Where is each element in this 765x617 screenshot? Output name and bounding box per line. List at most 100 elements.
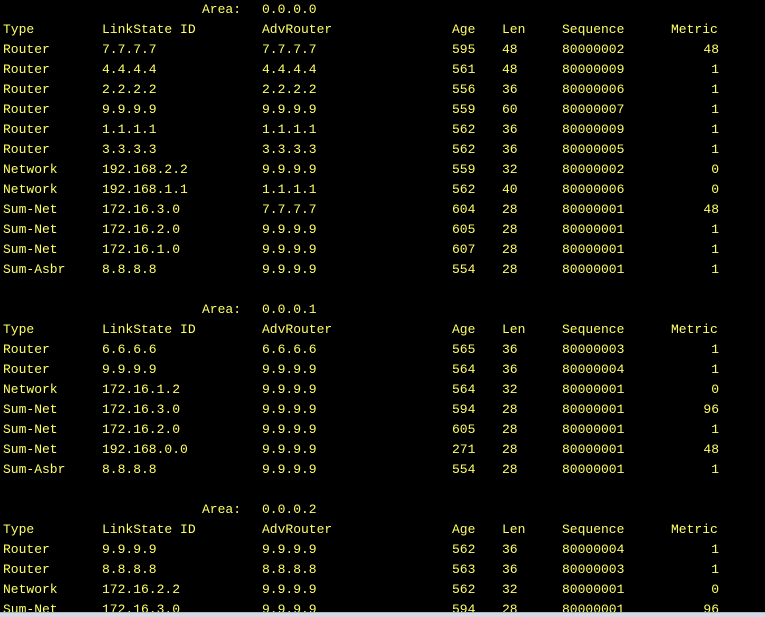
age: 559 [452,102,476,117]
len: 36 [502,562,518,577]
lsa-type: Sum-Net [3,602,58,612]
metric: 1 [711,142,719,157]
adv-router: 1.1.1.1 [262,182,317,197]
adv-router: 7.7.7.7 [262,42,317,57]
age: 564 [452,382,476,397]
lsa-type: Sum-Asbr [3,262,66,277]
metric: 0 [711,582,719,597]
adv-router: 2.2.2.2 [262,82,317,97]
age: 562 [452,182,476,197]
lsa-type: Sum-Net [3,222,58,237]
lsa-row: Network 192.168.1.1 1.1.1.1 562 40 80000006 0 [0,180,765,200]
header-linkstate-id: LinkState ID [102,22,196,37]
len: 28 [502,262,518,277]
lsa-type: Router [3,42,50,57]
area-id: 0.0.0.1 [262,302,317,317]
terminal-output[interactable]: Area: 0.0.0.0 Type LinkState ID AdvRoute… [0,0,765,612]
len: 36 [502,542,518,557]
age: 556 [452,82,476,97]
linkstate-id: 8.8.8.8 [102,562,157,577]
linkstate-id: 172.16.2.0 [102,222,181,237]
lsa-rows-area-0: Router 7.7.7.7 7.7.7.7 595 48 80000002 48 Route… [0,40,765,280]
lsa-type: Sum-Net [3,442,58,457]
lsa-type: Router [3,62,50,77]
age: 562 [452,542,476,557]
metric: 48 [703,442,719,457]
lsa-row: Router 1.1.1.1 1.1.1.1 562 36 80000009 1 [0,120,765,140]
lsa-row: Sum-Asbr 8.8.8.8 9.9.9.9 554 28 80000001 1 [0,260,765,280]
column-header-row: Type LinkState ID AdvRouter Age Len Sequ… [0,20,765,40]
linkstate-id: 8.8.8.8 [102,262,157,277]
sequence: 80000003 [562,342,625,357]
header-adv-router: AdvRouter [262,22,333,37]
age: 565 [452,342,476,357]
lsa-type: Network [3,382,58,397]
area-id: 0.0.0.2 [262,502,317,517]
len: 32 [502,382,518,397]
metric: 1 [711,262,719,277]
header-metric: Metric [671,22,718,37]
adv-router: 4.4.4.4 [262,62,317,77]
age: 562 [452,582,476,597]
lsa-row: Router 9.9.9.9 9.9.9.9 559 60 80000007 1 [0,100,765,120]
adv-router: 9.9.9.9 [262,462,317,477]
linkstate-id: 192.168.2.2 [102,162,188,177]
sequence: 80000004 [562,362,625,377]
lsa-row: Sum-Net 172.16.1.0 9.9.9.9 607 28 80000001 1 [0,240,765,260]
age: 561 [452,62,476,77]
header-type: Type [3,322,35,337]
sequence: 80000002 [562,42,625,57]
adv-router: 9.9.9.9 [262,542,317,557]
len: 36 [502,122,518,137]
lsa-type: Sum-Net [3,422,58,437]
linkstate-id: 172.16.2.0 [102,422,181,437]
metric: 1 [711,362,719,377]
age: 595 [452,42,476,57]
linkstate-id: 8.8.8.8 [102,462,157,477]
metric: 1 [711,82,719,97]
age: 605 [452,222,476,237]
linkstate-id: 172.16.2.2 [102,582,181,597]
len: 48 [502,42,518,57]
linkstate-id: 9.9.9.9 [102,102,157,117]
len: 60 [502,102,518,117]
sequence: 80000001 [562,422,625,437]
header-type: Type [3,22,35,37]
lsa-type: Sum-Net [3,202,58,217]
adv-router: 6.6.6.6 [262,342,317,357]
lsa-row: Network 172.16.2.2 9.9.9.9 562 32 80000001 0 [0,580,765,600]
metric: 0 [711,382,719,397]
linkstate-id: 192.168.1.1 [102,182,188,197]
age: 554 [452,262,476,277]
linkstate-id: 1.1.1.1 [102,122,157,137]
metric: 48 [703,42,719,57]
lsa-row: Router 8.8.8.8 8.8.8.8 563 36 80000003 1 [0,560,765,580]
age: 559 [452,162,476,177]
column-header-row: Type LinkState ID AdvRouter Age Len Sequ… [0,320,765,340]
lsa-row: Router 7.7.7.7 7.7.7.7 595 48 80000002 48 [0,40,765,60]
age: 562 [452,122,476,137]
len: 40 [502,182,518,197]
lsa-row: Router 9.9.9.9 9.9.9.9 562 36 80000004 1 [0,540,765,560]
lsa-row: Network 192.168.2.2 9.9.9.9 559 32 80000002 0 [0,160,765,180]
linkstate-id: 3.3.3.3 [102,142,157,157]
metric: 1 [711,62,719,77]
age: 604 [452,202,476,217]
lsa-row: Router 2.2.2.2 2.2.2.2 556 36 80000006 1 [0,80,765,100]
adv-router: 9.9.9.9 [262,222,317,237]
linkstate-id: 192.168.0.0 [102,442,188,457]
len: 28 [502,222,518,237]
metric: 1 [711,562,719,577]
metric: 1 [711,222,719,237]
adv-router: 9.9.9.9 [262,402,317,417]
lsa-type: Network [3,182,58,197]
linkstate-id: 2.2.2.2 [102,82,157,97]
adv-router: 9.9.9.9 [262,442,317,457]
sequence: 80000006 [562,182,625,197]
len: 28 [502,242,518,257]
column-header-row: Type LinkState ID AdvRouter Age Len Sequ… [0,520,765,540]
metric: 1 [711,342,719,357]
area-header: Area: 0.0.0.1 [0,300,765,320]
age: 594 [452,602,476,612]
